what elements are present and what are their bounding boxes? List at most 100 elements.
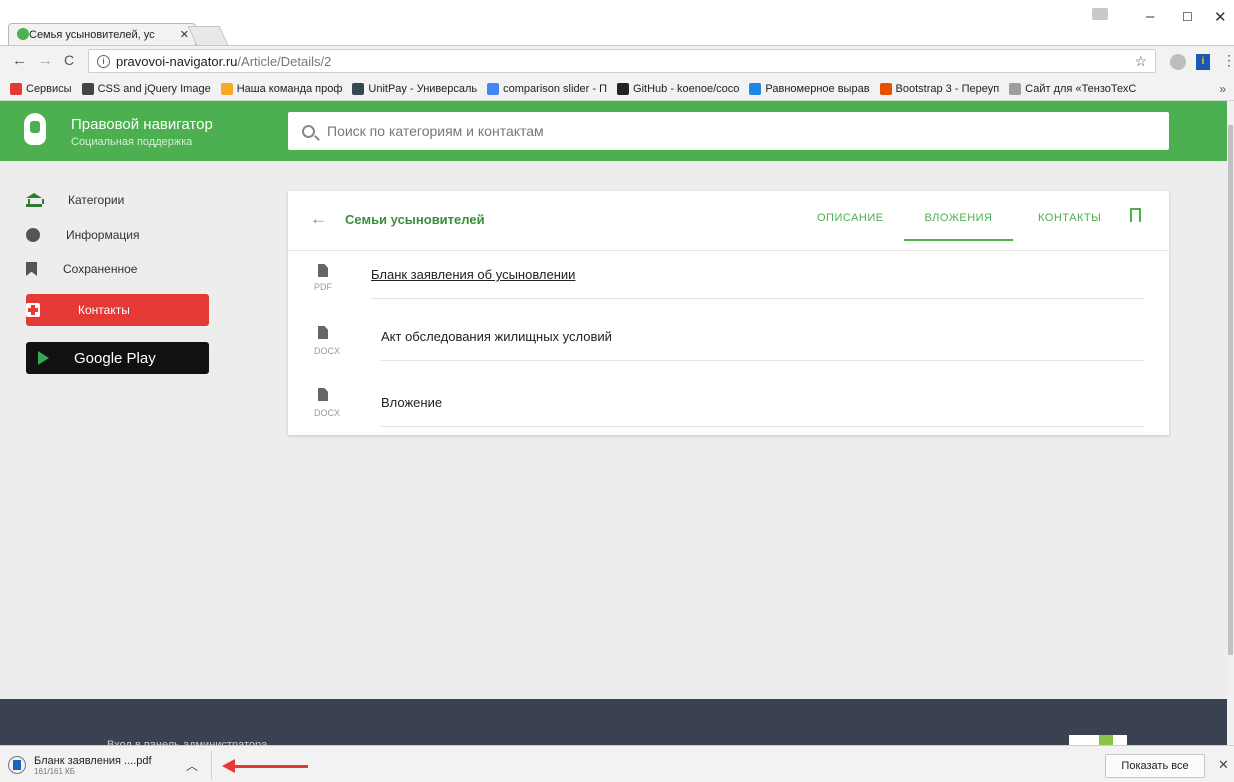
contacts-button[interactable]: Контакты [26,294,209,326]
bookmark-icon[interactable] [1130,208,1141,227]
show-all-button[interactable]: Показать все [1105,754,1205,778]
file-icon [318,264,328,277]
browser-toolbar: ← → C i pravovoi-navigator.ru /Article/D… [0,45,1234,77]
bookmarks-bar: Сервисы CSS and jQuery Image Наша команда … [0,77,1234,101]
contacts-label: Контакты [78,303,130,317]
file-icon [318,326,328,339]
browser-tab[interactable]: Семья усыновителей, ус ✕ [8,23,196,45]
google-play-button[interactable]: Google Play [26,342,209,374]
brand-subtitle: Социальная поддержка [71,136,193,148]
bookmark-item[interactable]: GitHub - koenoe/coco [617,82,740,95]
attachment-link[interactable]: Акт обследования жилищных условий [381,329,612,344]
site-header: Правовой навигатор Социальная поддержка [0,101,1227,161]
chevron-up-icon[interactable]: ︿ [186,757,198,774]
profile-icon[interactable] [1092,8,1108,20]
bookmark-icon [26,262,37,276]
main-content: ← Семьи усыновителей ОПИСАНИЕ ВЛОЖЕНИЯ К… [230,161,1227,699]
bookmark-item[interactable]: Наша команда проф [220,82,343,95]
scrollbar-thumb[interactable] [1228,125,1233,655]
bookmark-favicon-icon [1009,82,1022,95]
bookmark-favicon-icon [81,82,94,95]
extension-icon-2[interactable]: i [1196,54,1210,70]
search-input[interactable] [327,123,1027,139]
footer-badge [1069,735,1127,745]
extension-icon[interactable] [1170,54,1186,70]
bookmark-favicon-icon [487,82,500,95]
brand-title[interactable]: Правовой навигатор [71,116,213,133]
minimize-icon[interactable]: – [1146,8,1154,25]
file-type: DOCX [314,408,341,418]
file-type: DOCX [314,346,341,356]
file-icon [318,388,328,401]
attachment-item[interactable]: DOCX Вложение [288,375,1169,437]
address-bar[interactable]: i pravovoi-navigator.ru /Article/Details… [88,49,1156,73]
bookmark-favicon-icon [879,82,892,95]
bookmark-favicon-icon [749,82,762,95]
file-type: PDF [314,282,332,292]
site-info-icon[interactable]: i [97,54,110,68]
search-box[interactable] [288,112,1169,150]
tab-close-icon[interactable]: ✕ [180,28,189,41]
bookmark-item[interactable]: Bootstrap 3 - Переуп [879,82,1000,95]
site-logo-icon[interactable] [24,113,46,145]
tab-contacts[interactable]: КОНТАКТЫ [1038,212,1101,224]
browser-tabstrip: Семья усыновителей, ус ✕ – ☐ ✕ [0,0,1234,45]
attachment-item[interactable]: PDF Бланк заявления об усыновлении [288,251,1169,313]
bookmarks-more-icon[interactable]: » [1219,82,1226,96]
google-play-label: Google Play [74,349,156,367]
attachment-link[interactable]: Бланк заявления об усыновлении [371,267,575,282]
sidebar-item-saved[interactable]: Сохраненное [26,262,137,276]
bookmark-item[interactable]: Сервисы [10,82,72,95]
search-icon [302,124,315,138]
back-arrow-icon[interactable]: ← [12,52,27,69]
tab-title: Семья усыновителей, ус [29,28,155,41]
pdf-file-icon [8,756,26,774]
bookmark-star-icon[interactable]: ☆ [1134,53,1147,70]
download-bar-close-icon[interactable]: ✕ [1218,757,1229,773]
card-header: ← Семьи усыновителей ОПИСАНИЕ ВЛОЖЕНИЯ К… [288,191,1169,251]
attachment-item[interactable]: DOCX Акт обследования жилищных условий [288,313,1169,375]
bookmark-item[interactable]: UnitPay - Универсаль [352,82,478,95]
window-close-icon[interactable]: ✕ [1214,8,1227,26]
browser-menu-icon[interactable]: ⋮ [1222,52,1234,69]
download-item[interactable]: Бланк заявления ....pdf 161/161 КБ ︿ [8,751,212,779]
url-host: pravovoi-navigator.ru [116,53,238,69]
bookmark-label: Равномерное вырав [765,82,870,95]
article-card: ← Семьи усыновителей ОПИСАНИЕ ВЛОЖЕНИЯ К… [288,191,1169,435]
reload-icon[interactable]: C [64,52,74,68]
bookmark-favicon-icon [10,82,22,95]
bookmark-label: comparison slider - П [503,82,608,95]
bookmark-label: Сайт для «ТензоТехС [1025,82,1137,95]
bookmark-label: Bootstrap 3 - Переуп [895,82,1000,95]
bookmark-label: CSS and jQuery Image [97,82,211,95]
sidebar-item-categories[interactable]: Категории [26,193,124,207]
bank-icon [26,193,44,207]
sidebar-item-information[interactable]: Информация [26,228,139,242]
bookmark-label: Наша команда проф [236,82,343,95]
divider [371,298,1144,299]
bookmark-favicon-icon [352,82,365,95]
tab-description[interactable]: ОПИСАНИЕ [817,212,884,224]
page-scrollbar[interactable] [1227,101,1234,745]
annotation-arrow [222,759,310,773]
divider [381,426,1144,427]
divider [381,360,1144,361]
download-file-size: 161/161 КБ [34,766,76,776]
forward-arrow-icon[interactable]: → [38,52,53,69]
google-play-icon [38,351,49,365]
bookmark-label: GitHub - koenoe/coco [633,82,740,95]
tab-attachments[interactable]: ВЛОЖЕНИЯ [904,212,1013,241]
maximize-icon[interactable]: ☐ [1182,10,1193,24]
download-file-name: Бланк заявления ....pdf [34,754,152,767]
bookmark-item[interactable]: comparison slider - П [487,82,608,95]
bookmark-item[interactable]: CSS and jQuery Image [81,82,211,95]
attachment-link[interactable]: Вложение [381,395,442,410]
bookmark-item[interactable]: Сайт для «ТензоТехС [1009,82,1137,95]
back-arrow-icon[interactable]: ← [310,209,327,229]
bookmark-favicon-icon [220,82,233,95]
sidebar-item-label: Сохраненное [63,262,138,276]
bookmark-item[interactable]: Равномерное вырав [749,82,870,95]
bookmark-label: UnitPay - Универсаль [368,82,478,95]
sidebar: Категории Информация Сохраненное Контакт… [0,161,230,699]
url-path: /Article/Details/2 [237,53,332,69]
